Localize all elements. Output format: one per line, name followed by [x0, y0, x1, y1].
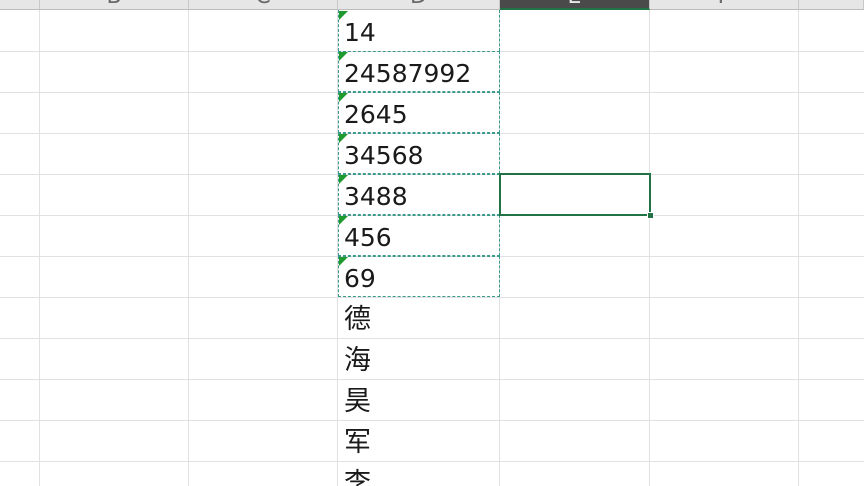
- gridline: [0, 338, 864, 339]
- cell-d-value[interactable]: 456: [344, 215, 392, 256]
- cell-d-value[interactable]: 14: [344, 10, 376, 51]
- cell-d-value[interactable]: 24587992: [344, 51, 471, 92]
- cell-d-value[interactable]: 34568: [344, 133, 424, 174]
- gridline: [188, 10, 189, 486]
- spreadsheet[interactable]: B C D E F: [0, 0, 864, 486]
- column-header-b[interactable]: B: [40, 0, 189, 10]
- cell-d-value[interactable]: 昊: [344, 379, 371, 420]
- fill-handle[interactable]: [647, 212, 654, 219]
- gridline: [649, 10, 650, 486]
- column-header-a[interactable]: [0, 0, 40, 10]
- cell-d-value[interactable]: 69: [344, 256, 376, 297]
- gridline: [0, 297, 864, 298]
- cell-d-value[interactable]: 德: [344, 297, 371, 338]
- cell-d-value[interactable]: 海: [344, 338, 371, 379]
- column-header-d[interactable]: D: [338, 0, 500, 10]
- gridline: [798, 10, 799, 486]
- column-header-g[interactable]: [799, 0, 864, 10]
- cell-d-value[interactable]: 李: [344, 461, 371, 486]
- column-header-f[interactable]: F: [650, 0, 799, 10]
- active-cell-selection[interactable]: [499, 173, 651, 216]
- copy-marquee: [499, 10, 500, 51]
- column-header-c[interactable]: C: [189, 0, 338, 10]
- cell-d-value[interactable]: 3488: [344, 174, 408, 215]
- column-header-e[interactable]: E: [500, 0, 650, 10]
- gridline: [0, 420, 864, 421]
- gridline: [39, 10, 40, 486]
- cell-d-value[interactable]: 2645: [344, 92, 408, 133]
- cell-d-value[interactable]: 军: [344, 420, 371, 461]
- gridline: [0, 379, 864, 380]
- gridline: [0, 461, 864, 462]
